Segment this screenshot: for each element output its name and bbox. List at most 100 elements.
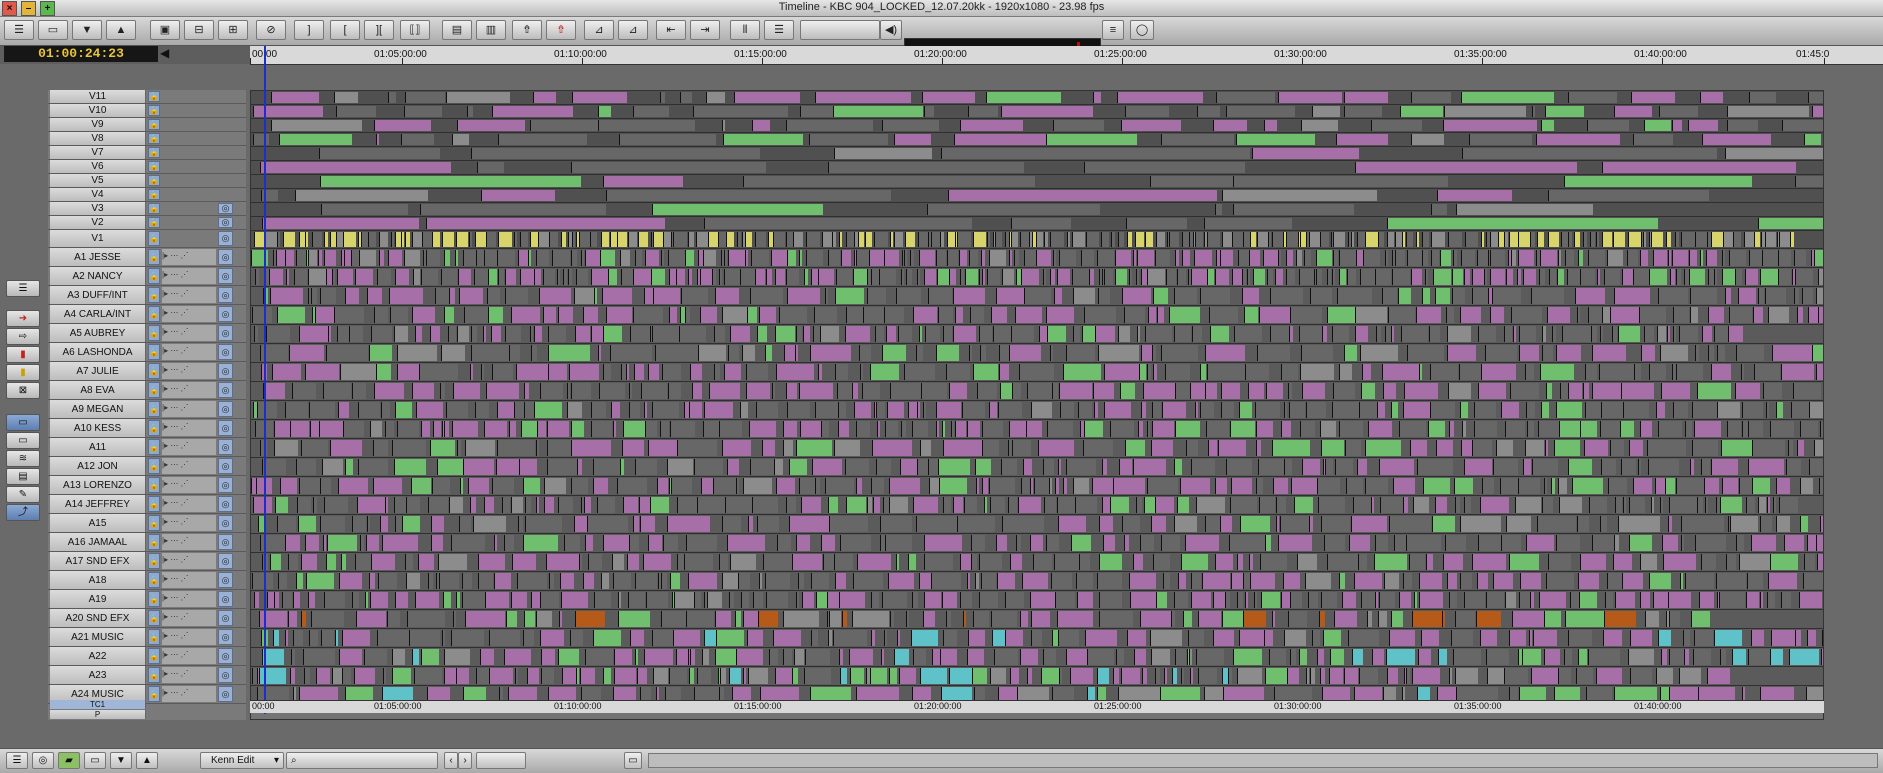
lock-icon[interactable]: 🔒 [148,439,160,455]
clip-segment[interactable] [1278,92,1342,103]
clip-segment[interactable] [1265,668,1288,684]
clip-segment[interactable] [923,611,935,627]
clip-segment[interactable] [373,478,402,494]
clip-segment[interactable] [1584,440,1608,456]
clip-segment[interactable] [295,190,428,201]
clip-segment[interactable] [1472,288,1488,304]
monitor-toggle-icon[interactable]: ◎ [218,477,233,493]
clip-segment[interactable] [1544,478,1547,494]
clip-segment[interactable] [397,364,420,380]
clip-segment[interactable] [530,326,533,342]
step-down-icon[interactable]: ▼ [72,20,102,40]
clip-segment[interactable] [1304,250,1311,266]
clip-segment[interactable] [901,269,904,285]
clip-segment[interactable] [465,611,505,627]
clip-segment[interactable] [355,554,371,570]
clip-segment[interactable] [1649,269,1667,285]
clip-segment[interactable] [1268,232,1271,247]
clip-segment[interactable] [1746,497,1755,513]
lock-icon[interactable]: 🔒 [148,382,160,398]
clip-segment[interactable] [567,402,582,418]
clip-segment[interactable] [371,554,395,570]
clip-segment[interactable] [1421,630,1439,646]
clip-segment[interactable] [379,232,388,247]
clip-segment[interactable] [374,383,404,399]
clip-segment[interactable] [728,250,746,266]
clip-segment[interactable] [301,554,317,570]
nudge-left-icon[interactable]: ⇤ [656,20,686,40]
clip-segment[interactable] [979,326,992,342]
clip-segment[interactable] [457,326,469,342]
lock-icon[interactable]: 🔒 [148,287,160,303]
track-name-label[interactable]: A15 [50,514,146,532]
clip-segment[interactable] [1319,611,1325,627]
clip-segment[interactable] [622,440,644,456]
clip-segment[interactable] [1175,250,1179,266]
clip-segment[interactable] [936,402,961,418]
clip-segment[interactable] [627,554,639,570]
clip-segment[interactable] [661,611,686,627]
mark-clip-icon[interactable]: ▣ [150,20,180,40]
clip-segment[interactable] [818,364,822,380]
clip-segment[interactable] [1804,134,1821,145]
clip-segment[interactable] [1525,364,1534,380]
lock-icon[interactable]: 🔒 [148,572,160,588]
clip-segment[interactable] [779,307,807,323]
clip-segment[interactable] [722,573,738,589]
clip-segment[interactable] [441,345,465,361]
clip-segment[interactable] [1668,516,1672,532]
clip-segment[interactable] [1819,478,1823,494]
clip-segment[interactable] [1807,630,1816,646]
clear-marks-icon[interactable]: ⟦⟧ [400,20,430,40]
clip-segment[interactable] [1207,364,1246,380]
audio-automation-icon[interactable]: |▸ ⋯ ⋰ [162,325,216,341]
clip-segment[interactable] [1717,402,1740,418]
clip-segment[interactable] [686,535,717,551]
clip-segment[interactable] [1361,592,1376,608]
clip-segment[interactable] [1124,535,1129,551]
lock-icon[interactable]: 🔒 [148,496,160,512]
clip-segment[interactable] [1165,364,1190,380]
clip-segment[interactable] [870,668,887,684]
clip-segment[interactable] [1267,269,1273,285]
monitor-toggle-icon[interactable]: ◎ [218,515,233,531]
clip-segment[interactable] [809,134,888,145]
clip-segment[interactable] [617,232,627,247]
timeline-menu-icon[interactable]: ☰ [6,280,40,297]
track-name-label[interactable]: V4 [50,188,146,201]
zoom-slider[interactable] [476,752,526,769]
clip-segment[interactable] [1751,535,1776,551]
clip-segment[interactable] [1673,402,1688,418]
clip-segment[interactable] [1312,106,1340,117]
clip-segment[interactable] [804,668,831,684]
clip-segment[interactable] [939,478,967,494]
track-lane[interactable] [251,217,1823,231]
clip-segment[interactable] [1614,535,1619,551]
clip-segment[interactable] [1816,535,1823,551]
clip-segment[interactable] [947,250,958,266]
clip-segment[interactable] [968,630,985,646]
clip-segment[interactable] [1745,269,1758,285]
clip-segment[interactable] [1171,611,1175,627]
track-lane[interactable] [251,306,1823,325]
clip-segment[interactable] [692,383,702,399]
clip-segment[interactable] [1264,630,1273,646]
clip-segment[interactable] [1455,668,1478,684]
clip-segment[interactable] [1447,345,1476,361]
audio-automation-icon[interactable]: |▸ ⋯ ⋰ [162,553,216,569]
clip-segment[interactable] [900,459,918,475]
clip-segment[interactable] [1289,326,1293,342]
track-name-label[interactable]: A14 JEFFREY [50,495,146,513]
clip-segment[interactable] [1509,232,1518,247]
clip-segment[interactable] [989,250,1006,266]
clip-segment[interactable] [981,573,996,589]
clip-segment[interactable] [1578,250,1583,266]
clip-segment[interactable] [1630,630,1652,646]
clip-segment[interactable] [1216,92,1275,103]
clip-segment[interactable] [451,535,485,551]
audio-automation-icon[interactable]: |▸ ⋯ ⋰ [162,534,216,550]
clip-segment[interactable] [638,232,648,247]
clip-segment[interactable] [982,478,988,494]
clip-segment[interactable] [1067,232,1070,247]
clip-segment[interactable] [1700,250,1703,266]
